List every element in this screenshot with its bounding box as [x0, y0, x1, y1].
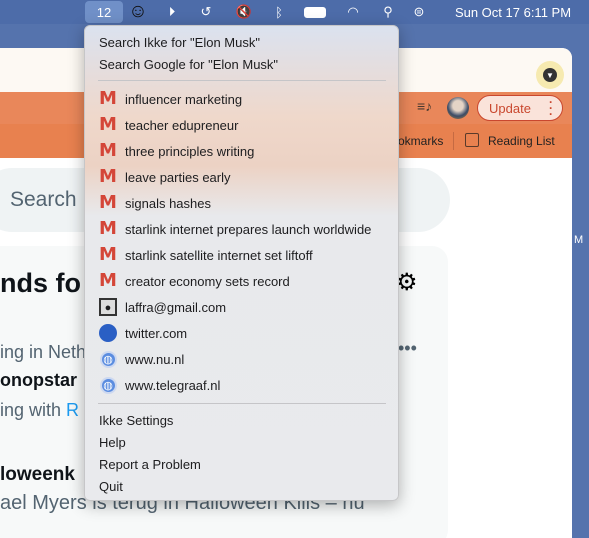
- report-problem-item[interactable]: Report a Problem: [99, 453, 201, 475]
- wifi-icon[interactable]: ◠: [343, 0, 363, 24]
- trends-heading: nds fo: [0, 268, 81, 298]
- result-item[interactable]: ◍ www.nu.nl: [99, 348, 184, 370]
- result-label: twitter.com: [125, 325, 188, 341]
- control-center-icon[interactable]: ⊜: [410, 0, 428, 24]
- gmail-icon: M: [99, 166, 117, 187]
- quit-item[interactable]: Quit: [99, 475, 123, 497]
- result-item[interactable]: ● laffra@gmail.com: [99, 296, 226, 318]
- result-item[interactable]: Mleave parties early: [99, 166, 231, 188]
- result-item[interactable]: Mstarlink internet prepares launch world…: [99, 218, 371, 240]
- more-icon[interactable]: •••: [398, 338, 417, 359]
- gmail-icon: M: [99, 88, 117, 109]
- help-item[interactable]: Help: [99, 431, 126, 453]
- playlist-icon[interactable]: ≡♪: [417, 98, 432, 114]
- result-label: www.nu.nl: [125, 351, 185, 367]
- reading-list-icon: [465, 133, 479, 147]
- edge-letter: M: [574, 234, 584, 246]
- ikke-menu-extra[interactable]: 12: [85, 1, 123, 23]
- trend-link[interactable]: R: [66, 400, 79, 420]
- result-item[interactable]: Minfluencer marketing: [99, 88, 242, 110]
- settings-item[interactable]: Ikke Settings: [99, 409, 173, 431]
- trend-title[interactable]: onopstar: [0, 370, 77, 391]
- dropdown-icon: ▼: [543, 68, 557, 82]
- spotlight-icon[interactable]: ⚲: [380, 0, 396, 24]
- gmail-icon: M: [99, 270, 117, 291]
- result-item[interactable]: Mstarlink satellite internet set liftoff: [99, 244, 313, 266]
- result-label: teacher edupreneur: [125, 117, 239, 133]
- result-label: starlink satellite internet set liftoff: [125, 247, 313, 263]
- result-label: signals hashes: [125, 195, 211, 211]
- clock[interactable]: Sun Oct 17 6:11 PM: [443, 0, 583, 24]
- contact-icon: ●: [99, 298, 117, 316]
- result-label: creator economy sets record: [125, 273, 290, 289]
- result-label: influencer marketing: [125, 91, 243, 107]
- gmail-icon: M: [99, 218, 117, 239]
- separator: [98, 80, 386, 81]
- twitter-icon: [99, 324, 117, 342]
- gear-icon[interactable]: ⚙: [396, 268, 418, 297]
- update-label: Update: [489, 100, 531, 116]
- smiley-icon[interactable]: ☺: [127, 0, 149, 24]
- mute-icon[interactable]: 🔇: [233, 0, 255, 24]
- globe-icon: ◍: [99, 376, 117, 394]
- desktop: M: [572, 24, 589, 538]
- result-item[interactable]: Msignals hashes: [99, 192, 211, 214]
- result-item[interactable]: Mthree principles writing: [99, 140, 254, 162]
- search-google-item[interactable]: Search Google for "Elon Musk": [99, 53, 278, 75]
- more-icon: · · ·: [549, 95, 553, 121]
- result-label: three principles writing: [125, 143, 255, 159]
- avatar[interactable]: [447, 97, 469, 119]
- search-ikke-item[interactable]: Search Ikke for "Elon Musk": [99, 31, 260, 53]
- gmail-icon: M: [99, 192, 117, 213]
- battery-icon[interactable]: [302, 0, 328, 24]
- gmail-icon: M: [99, 140, 117, 161]
- result-item[interactable]: Mcreator economy sets record: [99, 270, 290, 292]
- trend-context: ing in Neth: [0, 342, 87, 362]
- result-item[interactable]: Mteacher edupreneur: [99, 114, 238, 136]
- time-machine-icon[interactable]: ↺: [196, 0, 216, 24]
- trend-meta: ing with: [0, 400, 67, 420]
- trend-title[interactable]: loweenk: [0, 464, 75, 486]
- divider: [453, 132, 454, 150]
- gmail-icon: M: [99, 244, 117, 265]
- extension-button[interactable]: ▼: [536, 61, 564, 89]
- globe-icon: ◍: [99, 350, 117, 368]
- update-button[interactable]: Update · · ·: [477, 95, 563, 121]
- result-label: laffra@gmail.com: [125, 299, 227, 315]
- result-label: starlink internet prepares launch worldw…: [125, 221, 372, 237]
- result-label: www.telegraaf.nl: [125, 377, 221, 393]
- result-label: leave parties early: [125, 169, 231, 185]
- reading-list-button[interactable]: Reading List: [488, 134, 555, 148]
- menu-bar: 12 ☺ ⏵ ↺ 🔇 ᛒ ◠ ⚲ ⊜ Sun Oct 17 6:11 PM: [0, 0, 589, 24]
- gmail-icon: M: [99, 114, 117, 135]
- bookmarks-item[interactable]: okmarks: [398, 134, 443, 148]
- separator: [98, 403, 386, 404]
- result-item[interactable]: twitter.com: [99, 322, 187, 344]
- ikke-dropdown-menu: Search Ikke for "Elon Musk" Search Googl…: [84, 25, 399, 501]
- result-item[interactable]: ◍ www.telegraaf.nl: [99, 374, 220, 396]
- bluetooth-icon[interactable]: ᛒ: [270, 0, 288, 24]
- play-icon[interactable]: ⏵: [162, 0, 182, 24]
